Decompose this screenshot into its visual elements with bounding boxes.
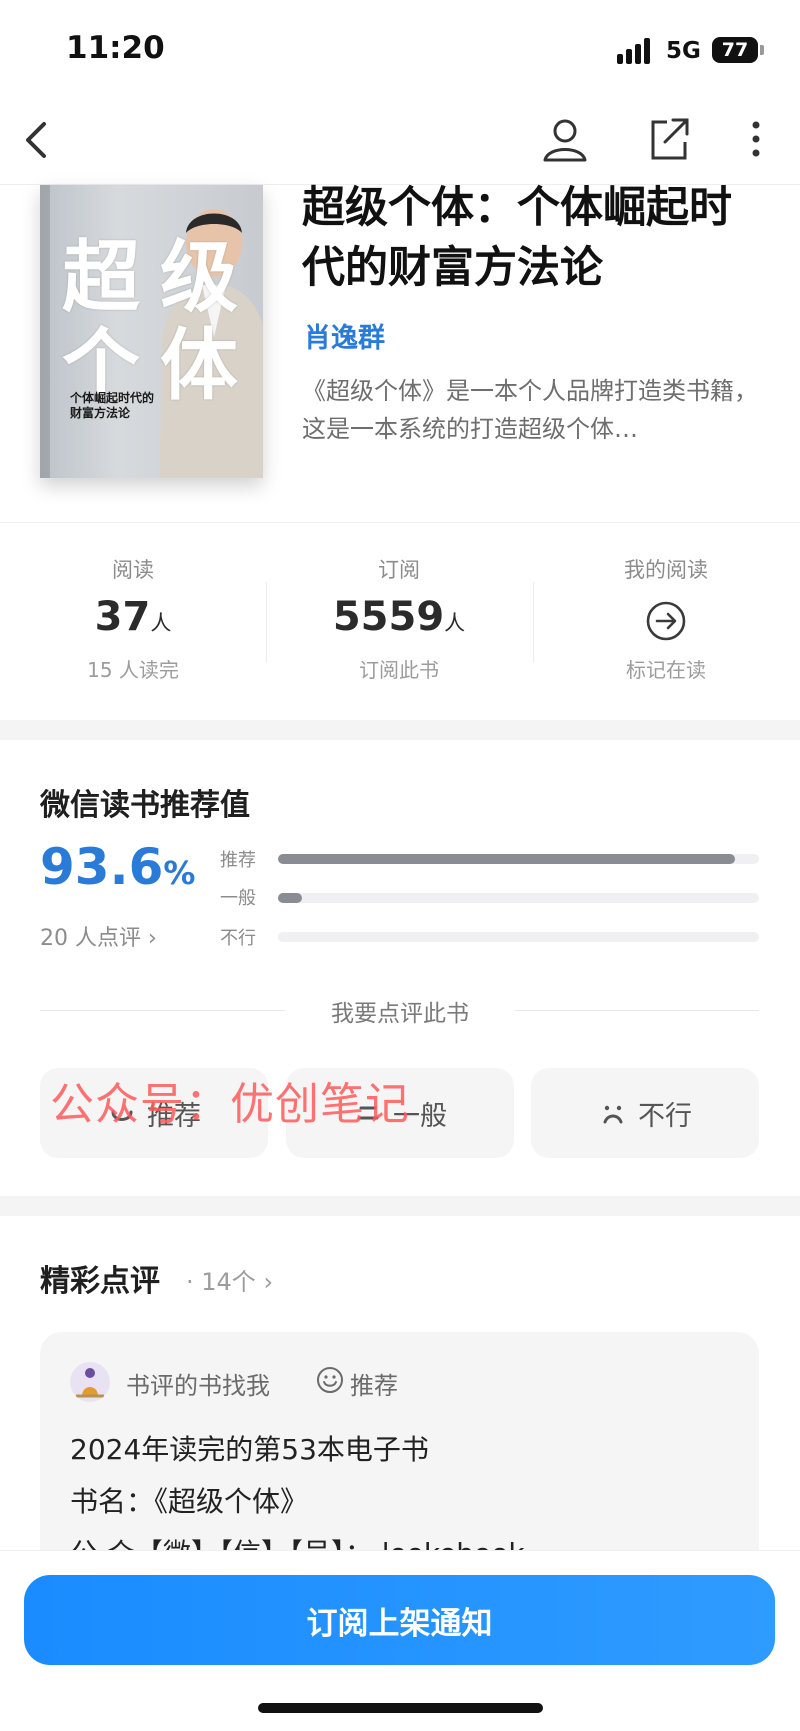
chevron-left-icon [26,122,46,158]
bar-track-neutral [278,893,759,903]
arrow-right-circle-icon [646,601,686,641]
smile-icon [317,1367,343,1393]
network-label: 5G [666,38,701,64]
bar-label-bad: 不行 [220,928,256,949]
bar-fill-neutral [278,893,303,903]
stat-read-value: 37 [94,594,151,640]
nav-bar [0,100,800,185]
sad-face-icon [603,1105,623,1124]
bar-track-bad [278,932,759,942]
back-button[interactable] [14,116,62,164]
author-profile-button[interactable] [540,114,590,164]
stat-read-label: 阅读 [112,558,154,582]
watermark-text: 公众号：优创笔记 [50,1079,410,1130]
section-band [0,720,800,740]
book-title: 超级个体：个体崛起时代的财富方法论 [302,183,732,293]
recommendation-title: 微信读书推荐值 [40,788,250,823]
bar-track-recommend [278,854,759,864]
vote-bad-button[interactable]: 不行 [531,1068,759,1158]
status-bar: 11:20 5G 77 [0,0,800,100]
subscribe-notify-button[interactable]: 订阅上架通知 [24,1575,775,1665]
book-author[interactable]: 肖逸群 [304,316,385,355]
status-time: 11:20 [66,30,165,66]
chevron-right-icon: › [148,926,157,951]
recommendation-percent: 93.6% [40,838,195,896]
stat-subscribe[interactable]: 订阅 5559人 订阅此书 [266,554,532,683]
review-line: 书名：《超级个体》 [70,1485,309,1518]
bar-fill-recommend [278,854,735,864]
featured-reviews-count-link[interactable]: · 14个 › [186,1262,273,1297]
stat-subscribe-label: 订阅 [378,558,420,582]
review-tag: 推荐 [350,1372,398,1400]
avatar[interactable] [70,1362,110,1402]
recommendation-percent-value: 93.6 [40,838,164,896]
stat-subscribe-sub: 订阅此书 [359,658,439,682]
prompt-line-right [515,1010,759,1011]
review-count-link[interactable]: 20 人点评 › [40,920,157,952]
more-vertical-icon [752,121,760,157]
user-icon [543,119,587,162]
stat-read-unit: 人 [150,611,172,635]
reviewer-name[interactable]: 书评的书找我 [126,1366,270,1401]
bar-label-neutral: 一般 [220,888,256,909]
cover-subtitle-line2: 财富方法论 [70,406,131,420]
chevron-right-icon: › [263,1268,274,1296]
battery-cap [760,45,764,55]
cover-spine [40,185,50,478]
more-button[interactable] [738,114,774,164]
header-divider [0,522,800,523]
stat-subscribe-unit: 人 [444,611,466,635]
cover-char-4: 体 [160,320,239,411]
bar-label-recommend: 推荐 [220,850,256,871]
stat-my-reading-sub: 标记在读 [626,658,706,682]
vote-bad-label: 不行 [638,1100,692,1132]
book-cover[interactable]: 超 级 个 体 个体崛起时代的 财富方法论 [40,185,263,478]
stat-my-reading-label: 我的阅读 [624,558,708,582]
home-indicator [258,1703,543,1713]
review-prompt: 我要点评此书 [331,1001,469,1027]
cover-subtitle: 个体崛起时代的 财富方法论 [70,391,154,421]
stat-subscribe-value: 5559 [332,594,445,640]
stat-read-sub: 15 人读完 [87,658,179,682]
meditation-avatar-icon [76,1368,104,1398]
signal-icon [617,38,657,64]
section-band [0,1196,800,1216]
share-external-icon [651,118,689,160]
stat-read[interactable]: 阅读 37人 15 人读完 [0,554,266,683]
book-intro[interactable]: 《超级个体》是一本个人品牌打造类书籍，这是一本系统的打造超级个体… [302,372,772,448]
share-button[interactable] [645,114,693,164]
featured-reviews-count: · 14个 [186,1268,256,1296]
recommendation-percent-symbol: % [163,854,196,892]
battery-icon: 77 [712,37,758,63]
featured-reviews-title: 精彩点评 [40,1264,160,1299]
review-count-text: 20 人点评 [40,926,141,951]
review-line: 2024年读完的第53本电子书 [70,1433,429,1466]
cover-subtitle-line1: 个体崛起时代的 [70,391,155,405]
stat-my-reading[interactable]: 我的阅读 标记在读 [533,554,799,683]
